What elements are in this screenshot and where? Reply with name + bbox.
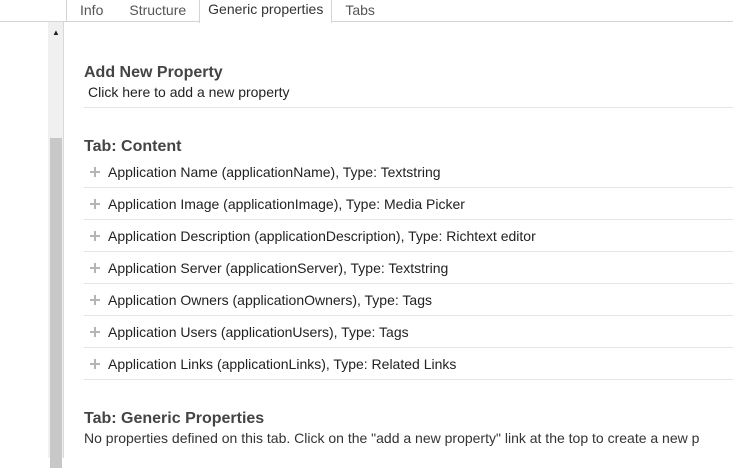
scroll-up-arrow-icon[interactable]: ▲ — [48, 26, 64, 40]
tab-info[interactable]: Info — [67, 1, 116, 22]
property-row[interactable]: Application Owners (applicationOwners), … — [84, 284, 733, 316]
tab-bar: Info Structure Generic properties Tabs — [0, 0, 733, 23]
property-row[interactable]: Application Image (applicationImage), Ty… — [84, 188, 733, 220]
plus-icon[interactable] — [89, 166, 101, 178]
scroll-thumb[interactable] — [50, 138, 62, 468]
plus-icon[interactable] — [89, 230, 101, 242]
property-row[interactable]: Application Description (applicationDesc… — [84, 220, 733, 252]
plus-icon[interactable] — [89, 358, 101, 370]
property-label: Application Image (applicationImage), Ty… — [108, 195, 465, 212]
content-tab-title: Tab: Content — [84, 138, 182, 155]
tab-tabs[interactable]: Tabs — [332, 1, 388, 22]
tab-strip: Info Structure Generic properties Tabs — [66, 0, 388, 23]
plus-icon[interactable] — [89, 198, 101, 210]
property-row[interactable]: Application Links (applicationLinks), Ty… — [84, 348, 733, 380]
property-label: Application Description (applicationDesc… — [108, 227, 536, 244]
plus-icon[interactable] — [89, 326, 101, 338]
property-row[interactable]: Application Name (applicationName), Type… — [84, 156, 733, 188]
property-row[interactable]: Application Server (applicationServer), … — [84, 252, 733, 284]
plus-icon[interactable] — [89, 294, 101, 306]
no-properties-note: No properties defined on this tab. Click… — [84, 430, 700, 446]
property-label: Application Users (applicationUsers), Ty… — [108, 323, 409, 340]
property-label: Application Links (applicationLinks), Ty… — [108, 355, 457, 372]
generic-tab-title: Tab: Generic Properties — [84, 410, 265, 427]
property-label: Application Server (applicationServer), … — [108, 259, 449, 276]
property-label: Application Owners (applicationOwners), … — [108, 291, 432, 308]
tree-pane — [0, 0, 48, 458]
tree-scrollbar[interactable]: ▲ — [48, 22, 64, 468]
tab-structure[interactable]: Structure — [116, 1, 199, 22]
add-property-link[interactable]: Click here to add a new property — [84, 82, 733, 108]
add-property-title: Add New Property — [84, 64, 223, 81]
content-property-list: Application Name (applicationName), Type… — [84, 156, 733, 380]
tab-generic-properties[interactable]: Generic properties — [199, 0, 333, 23]
plus-icon[interactable] — [89, 262, 101, 274]
property-label: Application Name (applicationName), Type… — [108, 163, 441, 180]
properties-panel: Add New Property Click here to add a new… — [84, 22, 733, 446]
property-row[interactable]: Application Users (applicationUsers), Ty… — [84, 316, 733, 348]
